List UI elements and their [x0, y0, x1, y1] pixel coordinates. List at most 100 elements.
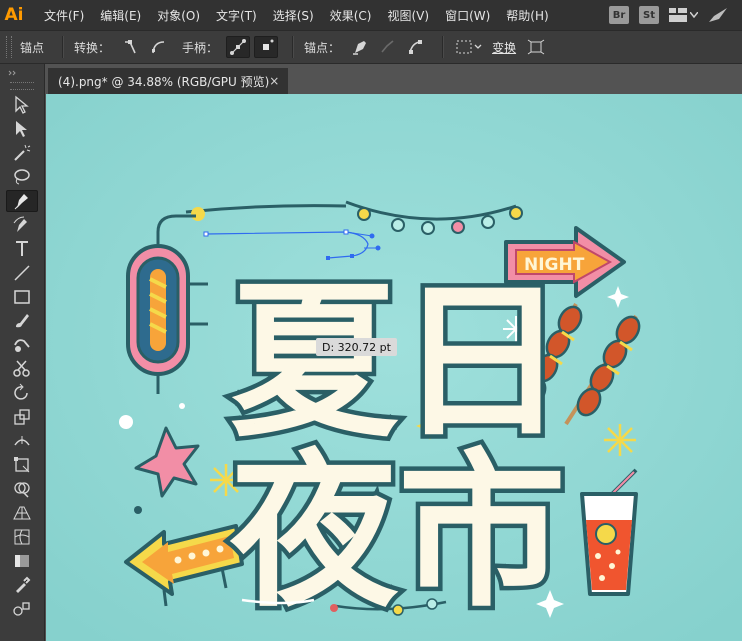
- line-segment-icon: [14, 265, 30, 281]
- lasso-icon: [14, 169, 30, 185]
- divider: [442, 36, 445, 58]
- curvature-tool[interactable]: [6, 214, 38, 236]
- convert-to-corner-button[interactable]: [118, 36, 142, 58]
- connect-anchors-button[interactable]: [376, 36, 400, 58]
- rectangle-tool[interactable]: [6, 286, 38, 308]
- hide-handles-icon: [263, 39, 274, 50]
- control-bar-grip[interactable]: [6, 36, 12, 58]
- show-handles-button[interactable]: [226, 36, 251, 58]
- close-tab-button[interactable]: ×: [269, 74, 279, 88]
- scale-icon: [14, 409, 30, 425]
- document-tab[interactable]: (4).png* @ 34.88% (RGB/GPU 预览) ×: [48, 68, 288, 94]
- hide-handles-button[interactable]: [254, 36, 279, 58]
- bridge-button[interactable]: Br: [609, 6, 629, 24]
- menu-object[interactable]: 对象(O): [149, 7, 208, 24]
- shaper-icon: [14, 339, 30, 352]
- eyedropper-tool[interactable]: [6, 574, 38, 596]
- menu-bar: Ai 文件(F) 编辑(E) 对象(O) 文字(T) 选择(S) 效果(C) 视…: [0, 0, 742, 30]
- blend-tool[interactable]: [6, 598, 38, 620]
- menu-window[interactable]: 窗口(W): [437, 7, 498, 24]
- smooth-point-icon: [152, 41, 165, 54]
- gradient-icon: [15, 555, 29, 567]
- tool-list: [0, 94, 44, 620]
- control-bar: 锚点 转换： 手柄： 锚点： 变换: [0, 30, 742, 64]
- width-tool[interactable]: [6, 430, 38, 452]
- magic-wand-tool[interactable]: [6, 142, 38, 164]
- isolate-button[interactable]: [524, 36, 548, 58]
- workspace-switcher[interactable]: [669, 8, 698, 22]
- collapse-arrows-icon: [8, 70, 16, 76]
- perspective-grid-tool[interactable]: [6, 502, 38, 524]
- cut-path-button[interactable]: [404, 36, 428, 58]
- lasso-tool[interactable]: [6, 166, 38, 188]
- divider: [292, 36, 295, 58]
- direct-selection-icon: [16, 121, 27, 137]
- divider: [62, 36, 65, 58]
- send-feedback-icon[interactable]: [708, 7, 728, 23]
- select-similar-icon: [456, 40, 482, 54]
- menu-file[interactable]: 文件(F): [36, 7, 92, 24]
- selection-tool[interactable]: [6, 94, 38, 116]
- gradient-tool[interactable]: [6, 550, 38, 572]
- tools-panel: [0, 64, 45, 641]
- shape-builder-tool[interactable]: [6, 478, 38, 500]
- grid-layout-icon: [669, 8, 687, 22]
- transform-button[interactable]: 变换: [488, 36, 520, 58]
- select-similar-button[interactable]: [454, 36, 484, 58]
- convert-to-smooth-button[interactable]: [146, 36, 170, 58]
- scale-tool[interactable]: [6, 406, 38, 428]
- blend-icon: [13, 602, 30, 616]
- paintbrush-tool[interactable]: [6, 310, 38, 332]
- title-line-1: 夏日: [230, 264, 566, 460]
- menu-edit[interactable]: 编辑(E): [92, 7, 149, 24]
- direct-selection-tool[interactable]: [6, 118, 38, 140]
- menu-select[interactable]: 选择(S): [265, 7, 322, 24]
- free-transform-tool[interactable]: [6, 454, 38, 476]
- scissors-tool[interactable]: [6, 358, 38, 380]
- paintbrush-icon: [16, 314, 29, 328]
- handles-label: 手柄：: [182, 40, 219, 55]
- tools-panel-collapse[interactable]: [0, 64, 44, 82]
- menu-type[interactable]: 文字(T): [208, 7, 265, 24]
- artboard-canvas[interactable]: NIGHT 夏日 夜市: [46, 94, 742, 641]
- type-tool[interactable]: [6, 238, 38, 260]
- app-logo: Ai: [4, 5, 24, 25]
- pen-icon: [14, 194, 28, 210]
- magic-wand-icon: [14, 144, 31, 161]
- perspective-grid-icon: [13, 506, 31, 520]
- title-text: 夏日 夜市: [225, 260, 571, 635]
- eyedropper-icon: [16, 576, 31, 593]
- rotate-tool[interactable]: [6, 382, 38, 404]
- artwork: NIGHT 夏日 夜市: [46, 94, 742, 641]
- curvature-icon: [13, 216, 27, 232]
- scissors-icon: [13, 360, 30, 377]
- pen-tool[interactable]: [6, 190, 38, 212]
- menu-effect[interactable]: 效果(C): [322, 7, 380, 24]
- rotate-icon: [14, 383, 28, 400]
- pen-minus-icon: [353, 41, 367, 55]
- mesh-tool[interactable]: [6, 526, 38, 548]
- shape-builder-icon: [14, 482, 30, 498]
- show-handles-icon: [230, 39, 247, 55]
- rectangle-icon: [14, 290, 30, 304]
- stock-button[interactable]: St: [639, 6, 659, 24]
- document-tab-title: (4).png* @ 34.88% (RGB/GPU 预览): [58, 74, 270, 89]
- width-icon: [14, 436, 30, 446]
- menu-help[interactable]: 帮助(H): [498, 7, 556, 24]
- tools-panel-grip[interactable]: [10, 82, 34, 90]
- connect-path-icon: [381, 40, 394, 53]
- selection-icon: [15, 95, 29, 114]
- convert-label: 转换：: [74, 40, 111, 55]
- line-segment-tool[interactable]: [6, 262, 38, 284]
- tools-panel-area: [0, 64, 46, 641]
- free-transform-icon: [14, 457, 30, 473]
- distance-tooltip: D: 320.72 pt: [316, 338, 397, 356]
- corner-point-icon: [125, 40, 136, 54]
- isolate-icon: [527, 39, 545, 55]
- menu-view[interactable]: 视图(V): [379, 7, 437, 24]
- panel-title: 锚点: [20, 40, 45, 55]
- anchors-label: 锚点：: [304, 40, 341, 55]
- shaper-tool[interactable]: [6, 334, 38, 356]
- remove-anchor-button[interactable]: [348, 36, 372, 58]
- mesh-icon: [14, 529, 30, 545]
